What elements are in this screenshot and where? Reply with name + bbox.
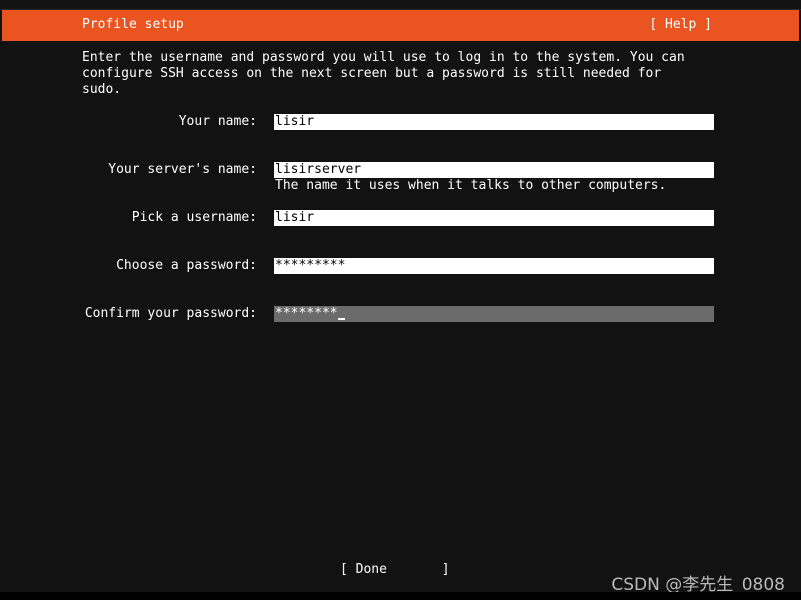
username-label: Pick a username: <box>131 210 257 225</box>
server-name-input[interactable]: lisirserver <box>274 162 714 178</box>
your-name-row: Your name: lisir <box>0 114 801 130</box>
your-name-input[interactable]: lisir <box>274 114 714 130</box>
username-row: Pick a username: lisir <box>0 210 801 226</box>
bottom-strip <box>0 592 801 600</box>
help-button[interactable]: [ Help ] <box>649 17 712 32</box>
server-name-row: Your server's name: lisirserver The name… <box>0 162 801 194</box>
top-strip <box>0 0 801 10</box>
confirm-password-input[interactable]: ******** <box>274 306 714 322</box>
confirm-password-label: Confirm your password: <box>84 306 257 321</box>
installer-screen: Profile setup [ Help ] Enter the usernam… <box>0 0 801 600</box>
confirm-password-row: Confirm your password: ******** <box>0 306 801 322</box>
password-row: Choose a password: ********* <box>0 258 801 274</box>
your-name-label: Your name: <box>178 114 257 129</box>
header-bar: Profile setup [ Help ] <box>2 10 799 41</box>
password-input[interactable]: ********* <box>274 258 714 274</box>
text-cursor <box>337 318 345 320</box>
username-input[interactable]: lisir <box>274 210 714 226</box>
password-label: Choose a password: <box>116 258 257 273</box>
page-title: Profile setup <box>82 17 184 32</box>
confirm-password-value: ******** <box>275 306 338 321</box>
server-name-label: Your server's name: <box>108 162 257 177</box>
intro-text: Enter the username and password you will… <box>82 50 685 97</box>
done-button[interactable]: [ Done ] <box>340 562 450 578</box>
server-name-hint: The name it uses when it talks to other … <box>275 178 667 193</box>
